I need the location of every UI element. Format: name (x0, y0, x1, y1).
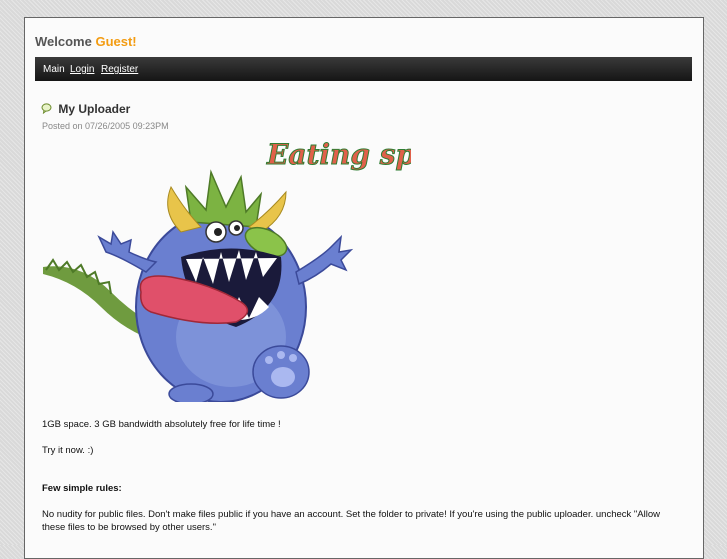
post-line-space: 1GB space. 3 GB bandwidth absolutely fre… (42, 419, 281, 430)
monster-banner-image: Eating space! (43, 138, 411, 402)
post-date: Posted on 07/26/2005 09:23PM (42, 121, 169, 131)
welcome-prefix: Welcome (35, 34, 92, 49)
nav-register-link[interactable]: Register (101, 64, 138, 75)
rules-heading: Few simple rules: (42, 483, 122, 494)
rules-text: No nudity for public files. Don't make f… (42, 509, 660, 533)
welcome-user-name: Guest! (95, 34, 137, 49)
post-title: My Uploader (41, 102, 130, 116)
banner-text: Eating space! (266, 138, 411, 171)
post-line-try: Try it now. :) (42, 445, 94, 456)
nav-main-link[interactable]: Main (43, 64, 65, 75)
nav-bar: Main Login Register (35, 57, 692, 81)
speech-bubble-icon (41, 103, 52, 114)
post-title-text: My Uploader (58, 102, 131, 116)
welcome-heading: Welcome Guest! (35, 34, 137, 49)
page-container: Welcome Guest! Main Login Register My Up… (24, 17, 704, 559)
nav-login-link[interactable]: Login (70, 64, 94, 75)
